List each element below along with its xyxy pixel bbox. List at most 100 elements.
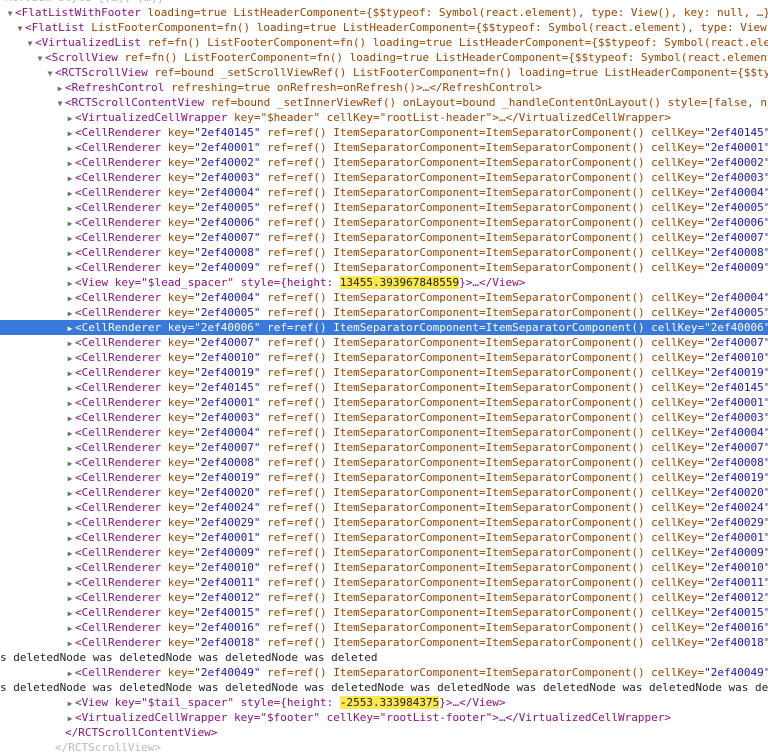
cell-renderer-node[interactable]: ▶ <CellRenderer key="2ef40008" ref=ref() … — [0, 455, 768, 470]
close-tag-node[interactable]: </RCTScrollContentView> — [0, 725, 768, 740]
expand-triangle-icon[interactable]: ▶ — [65, 621, 75, 635]
expand-triangle-icon[interactable]: ▶ — [65, 711, 75, 725]
cell-renderer-node[interactable]: ▶ <CellRenderer key="2ef40009" ref=ref() … — [0, 545, 768, 560]
cell-renderer-node[interactable]: ▶ <CellRenderer key="2ef40007" ref=ref() … — [0, 440, 768, 455]
expand-triangle-icon[interactable]: ▶ — [65, 426, 75, 440]
expand-triangle-icon[interactable]: ▶ — [65, 336, 75, 350]
footer-wrapper-node[interactable]: ▶ <VirtualizedCellWrapper key="$footer" c… — [0, 710, 768, 725]
expand-triangle-icon[interactable]: ▶ — [65, 531, 75, 545]
expand-triangle-icon[interactable]: ▶ — [65, 636, 75, 650]
cell-renderer-node[interactable]: ▶ <CellRenderer key="2ef40004" ref=ref() … — [0, 185, 768, 200]
collapse-triangle-icon[interactable]: ▼ — [25, 36, 35, 50]
cell-renderer-node[interactable]: ▶ <CellRenderer key="2ef40019" ref=ref() … — [0, 365, 768, 380]
cell-renderer-node[interactable]: ▶ <CellRenderer key="2ef40006" ref=ref() … — [0, 215, 768, 230]
tree-node[interactable]: ▶ <VirtualizedCellWrapper key="$header" c… — [0, 110, 768, 125]
expand-triangle-icon[interactable]: ▶ — [65, 576, 75, 590]
cell-renderer-node[interactable]: ▶ <CellRenderer key="2ef40029" ref=ref() … — [0, 515, 768, 530]
node-props: ref=fn() ListFooterComponent=fn() loadin… — [117, 51, 768, 64]
expand-triangle-icon[interactable]: ▶ — [65, 486, 75, 500]
cell-renderer-node[interactable]: ▶ <CellRenderer key="2ef40024" ref=ref() … — [0, 500, 768, 515]
cell-renderer-node[interactable]: ▶ <CellRenderer key="2ef40005" ref=ref() … — [0, 305, 768, 320]
cell-renderer-node[interactable]: ▶ <CellRenderer key="2ef40007" ref=ref() … — [0, 230, 768, 245]
cell-renderer-node[interactable]: ▶ <CellRenderer key="2ef40001" ref=ref() … — [0, 140, 768, 155]
expand-triangle-icon[interactable]: ▶ — [65, 546, 75, 560]
cell-renderer-node[interactable]: ▶ <CellRenderer key="2ef40015" ref=ref() … — [0, 605, 768, 620]
expand-triangle-icon[interactable]: ▶ — [65, 231, 75, 245]
expand-triangle-icon[interactable]: ▶ — [65, 411, 75, 425]
cell-props: ref=ref() ItemSeparatorComponent=ItemSep… — [267, 486, 705, 499]
expand-triangle-icon[interactable]: ▶ — [65, 696, 75, 710]
cell-renderer-node[interactable]: ▶ <CellRenderer key="2ef40049" ref=ref() … — [0, 665, 768, 680]
expand-triangle-icon[interactable]: ▶ — [65, 276, 75, 290]
expand-triangle-icon[interactable]: ▶ — [65, 441, 75, 455]
expand-triangle-icon[interactable]: ▶ — [65, 396, 75, 410]
tree-node-selected[interactable]: ▶ <CellRenderer key="2ef40006" ref=ref() … — [0, 320, 768, 335]
collapse-triangle-icon[interactable]: ▼ — [35, 51, 45, 65]
collapse-triangle-icon[interactable]: ▼ — [45, 66, 55, 80]
cell-renderer-node[interactable]: ▶ <CellRenderer key="2ef40001" ref=ref() … — [0, 530, 768, 545]
cell-renderer-node[interactable]: ▶ <CellRenderer key="2ef40016" ref=ref() … — [0, 620, 768, 635]
expand-triangle-icon[interactable]: ▶ — [65, 561, 75, 575]
cell-renderer-node[interactable]: ▶ <CellRenderer key="2ef40010" ref=ref() … — [0, 560, 768, 575]
cell-renderer-node[interactable]: ▶ <CellRenderer key="2ef40145" ref=ref() … — [0, 380, 768, 395]
cell-renderer-node[interactable]: ▶ <CellRenderer key="2ef40002" ref=ref() … — [0, 155, 768, 170]
expand-triangle-icon[interactable]: ▶ — [65, 606, 75, 620]
cell-renderer-node[interactable]: ▶ <CellRenderer key="2ef40145" ref=ref() … — [0, 125, 768, 140]
cell-renderer-node[interactable]: ▶ <CellRenderer key="2ef40004" ref=ref() … — [0, 425, 768, 440]
expand-triangle-icon[interactable]: ▶ — [65, 126, 75, 140]
cell-renderer-node[interactable]: ▶ <CellRenderer key="2ef40018" ref=ref() … — [0, 635, 768, 650]
tree-node[interactable]: ▼ <VirtualizedList ref=fn() ListFooterCom… — [0, 35, 768, 50]
cell-renderer-node[interactable]: ▶ <CellRenderer key="2ef40003" ref=ref() … — [0, 170, 768, 185]
cell-renderer-node[interactable]: ▶ <CellRenderer key="2ef40008" ref=ref() … — [0, 245, 768, 260]
expand-triangle-icon[interactable]: ▶ — [65, 246, 75, 260]
lead-spacer-node[interactable]: ▶ <View key="$lead_spacer" style={height:… — [0, 275, 768, 290]
expand-triangle-icon[interactable]: ▶ — [65, 216, 75, 230]
expand-triangle-icon[interactable]: ▶ — [55, 81, 65, 95]
expand-triangle-icon[interactable]: ▶ — [65, 261, 75, 275]
expand-triangle-icon[interactable]: ▶ — [65, 156, 75, 170]
cell-renderer-node[interactable]: ▶ <CellRenderer key="2ef40005" ref=ref() … — [0, 200, 768, 215]
collapse-triangle-icon[interactable]: ▼ — [55, 96, 65, 110]
tree-node[interactable]: ▼ <ScrollView ref=fn() ListFooterComponen… — [0, 50, 768, 65]
expand-triangle-icon[interactable]: ▶ — [65, 186, 75, 200]
tree-node[interactable]: ▼ <FlatListWithFooter loading=true ListHe… — [0, 5, 768, 20]
expand-triangle-icon[interactable]: ▶ — [65, 501, 75, 515]
react-devtools-element-tree[interactable]: RCTView style={[…], […]}▼<FlatListWithFo… — [0, 0, 768, 756]
expand-triangle-icon[interactable]: ▶ — [65, 381, 75, 395]
close-tag-node[interactable]: </RCTScrollView> — [0, 740, 768, 755]
expand-triangle-icon[interactable]: ▶ — [65, 351, 75, 365]
cell-renderer-node[interactable]: ▶ <CellRenderer key="2ef40007" ref=ref() … — [0, 335, 768, 350]
expand-triangle-icon[interactable]: ▶ — [65, 306, 75, 320]
tree-node[interactable]: ▶ <RefreshControl refreshing=true onRefre… — [0, 80, 768, 95]
expand-triangle-icon[interactable]: ▶ — [65, 171, 75, 185]
expand-triangle-icon[interactable]: ▶ — [65, 516, 75, 530]
cell-renderer-node[interactable]: ▶ <CellRenderer key="2ef40012" ref=ref() … — [0, 590, 768, 605]
expand-triangle-icon[interactable]: ▶ — [65, 201, 75, 215]
expand-triangle-icon[interactable]: ▶ — [65, 456, 75, 470]
expand-triangle-icon[interactable]: ▶ — [65, 366, 75, 380]
tail-spacer-node[interactable]: ▶ <View key="$tail_spacer" style={height:… — [0, 695, 768, 710]
cell-key-value-2: "2ef40004" — [704, 426, 768, 439]
cell-renderer-node[interactable]: ▶ <CellRenderer key="2ef40019" ref=ref() … — [0, 470, 768, 485]
collapse-triangle-icon[interactable]: ▼ — [5, 6, 15, 20]
expand-triangle-icon[interactable]: ▶ — [65, 111, 75, 125]
tree-node[interactable]: ▼ <FlatList ListFooterComponent=fn() load… — [0, 20, 768, 35]
expand-triangle-icon[interactable]: ▶ — [65, 321, 75, 335]
deleted-node-line[interactable]: s deletedNode was deletedNode was delete… — [0, 650, 768, 665]
expand-triangle-icon[interactable]: ▶ — [65, 471, 75, 485]
cell-renderer-node[interactable]: ▶ <CellRenderer key="2ef40009" ref=ref() … — [0, 260, 768, 275]
expand-triangle-icon[interactable]: ▶ — [65, 291, 75, 305]
cell-renderer-node[interactable]: ▶ <CellRenderer key="2ef40004" ref=ref() … — [0, 290, 768, 305]
cell-renderer-node[interactable]: ▶ <CellRenderer key="2ef40011" ref=ref() … — [0, 575, 768, 590]
deleted-node-line[interactable]: s deletedNode was deletedNode was delete… — [0, 680, 768, 695]
tree-node[interactable]: ▼ <RCTScrollView ref=bound _setScrollView… — [0, 65, 768, 80]
expand-triangle-icon[interactable]: ▶ — [65, 141, 75, 155]
collapse-triangle-icon[interactable]: ▼ — [15, 21, 25, 35]
expand-triangle-icon[interactable]: ▶ — [65, 666, 75, 680]
cell-renderer-node[interactable]: ▶ <CellRenderer key="2ef40003" ref=ref() … — [0, 410, 768, 425]
tree-node[interactable]: ▼ <RCTScrollContentView ref=bound _setInn… — [0, 95, 768, 110]
cell-renderer-node[interactable]: ▶ <CellRenderer key="2ef40020" ref=ref() … — [0, 485, 768, 500]
cell-renderer-node[interactable]: ▶ <CellRenderer key="2ef40010" ref=ref() … — [0, 350, 768, 365]
expand-triangle-icon[interactable]: ▶ — [65, 591, 75, 605]
cell-renderer-node[interactable]: ▶ <CellRenderer key="2ef40001" ref=ref() … — [0, 395, 768, 410]
